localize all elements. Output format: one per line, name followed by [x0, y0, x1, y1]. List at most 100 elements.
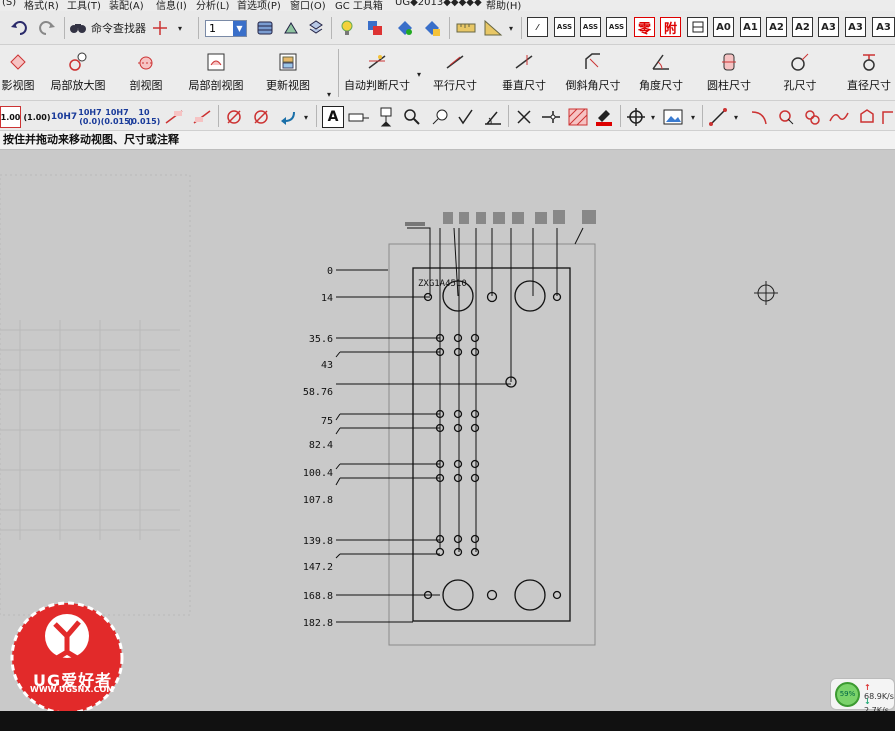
weld-symbol-icon[interactable] [481, 106, 505, 128]
cylindrical-dimension-label: 圆柱尺寸 [707, 79, 751, 92]
polygon-icon[interactable] [855, 106, 879, 128]
centerline-icon[interactable] [539, 106, 563, 128]
diameter-dimension-button[interactable]: 直径尺寸 [846, 49, 892, 99]
copy-to-layer-icon[interactable] [305, 17, 327, 39]
feature-control-frame-icon[interactable] [347, 106, 371, 128]
work-layer-select[interactable]: 1 ▼ [205, 20, 247, 37]
menu-item-preferences[interactable]: 首选项(P) [237, 0, 281, 11]
fit-tolerance-button[interactable]: 10H7 [51, 106, 77, 128]
crosshair-snap-icon[interactable] [150, 17, 170, 39]
command-finder-button[interactable]: 命令查找器 [91, 17, 146, 39]
show-hide-icon[interactable] [364, 17, 386, 39]
menu-item-tools[interactable]: 工具(T) [67, 0, 101, 11]
view-boundary[interactable] [388, 243, 596, 646]
assembly-symbol-button[interactable]: ASS [554, 17, 575, 37]
surface-finish-icon[interactable] [454, 106, 478, 128]
drawing-format-icon[interactable]: ⁄ [527, 17, 548, 37]
chevron-down-icon[interactable]: ▾ [506, 17, 516, 39]
leader-text-icon[interactable] [190, 106, 214, 128]
chevron-down-icon[interactable]: ▾ [173, 17, 187, 39]
hole-dimension-icon [791, 53, 809, 71]
sheet-a3-landscape-button[interactable]: A3 [872, 17, 895, 37]
chevron-down-icon[interactable]: ▾ [301, 106, 311, 128]
diameter-symbol-icon[interactable] [222, 106, 246, 128]
sheet-a2-alt-button[interactable]: A2 [792, 17, 813, 37]
drawing-canvas[interactable]: ZXG1A4510 0 14 35.6 43 58.76 75 82.4 100… [0, 151, 895, 715]
note-text-icon[interactable]: A [322, 106, 344, 128]
move-to-layer-icon[interactable] [280, 17, 302, 39]
plate-outline[interactable] [412, 267, 571, 622]
fillet-icon[interactable] [800, 106, 824, 128]
measure-angle-icon[interactable] [481, 17, 505, 39]
horizontal-dimension-button[interactable]: 平行尺寸 [430, 49, 480, 99]
binoculars-icon[interactable] [68, 17, 88, 39]
arrow-return-icon[interactable] [276, 106, 300, 128]
circle-icon[interactable] [774, 106, 798, 128]
area-fill-icon[interactable] [592, 106, 616, 128]
break-out-section-button[interactable]: 局部剖视图 [185, 49, 247, 99]
nominal-tolerance-button[interactable]: 1.00 [0, 106, 21, 128]
network-speed-widget[interactable]: 59% ↑ 68.9K/s ↓ 2.7K/s [830, 678, 895, 715]
hole-dimension-button[interactable]: 孔尺寸 [778, 49, 822, 99]
target-point-icon[interactable] [624, 106, 648, 128]
sheet-a1-button[interactable]: A1 [740, 17, 761, 37]
vertical-dimension-button[interactable]: 垂直尺寸 [499, 49, 549, 99]
menu-item-format[interactable]: 格式(R) [24, 0, 59, 11]
menu-item-gc-toolbox[interactable]: GC 工具箱 [335, 0, 383, 11]
spline-icon[interactable] [827, 106, 851, 128]
ruler-icon[interactable] [454, 17, 478, 39]
inferred-dimension-button[interactable]: 自动判断尺寸 [343, 49, 411, 99]
sheet-a3-alt-button[interactable]: A3 [845, 17, 866, 37]
cylindrical-dimension-button[interactable]: 圆柱尺寸 [702, 49, 756, 99]
assembly-symbol-button[interactable]: ASS [606, 17, 627, 37]
part-stamp-button[interactable]: 零 [634, 17, 655, 37]
balloon-icon[interactable] [428, 106, 452, 128]
reference-tolerance-button[interactable]: (1.00) [23, 106, 50, 128]
holes[interactable] [423, 280, 562, 611]
angular-dimension-button[interactable]: 角度尺寸 [636, 49, 686, 99]
menu-item-info[interactable]: 信息(I) [156, 0, 187, 11]
lightbulb-icon[interactable] [336, 17, 358, 39]
magnifier-icon[interactable] [400, 106, 424, 128]
sheet-a0-button[interactable]: A0 [713, 17, 734, 37]
section-view-button[interactable]: 剖视图 [124, 49, 168, 99]
detail-view-button[interactable]: 局部放大图 [48, 49, 108, 99]
hide-icon[interactable] [421, 17, 443, 39]
fit-limit-tolerance-alt-button[interactable]: 10H7 (0.015) [101, 106, 134, 128]
show-all-icon[interactable] [394, 17, 416, 39]
point-text-icon[interactable] [162, 106, 186, 128]
projected-view-button[interactable]: 影视图 [0, 49, 40, 99]
crosshatch-icon[interactable] [566, 106, 590, 128]
chevron-down-icon[interactable]: ▾ [688, 106, 698, 128]
chevron-down-icon[interactable]: ▾ [414, 63, 424, 85]
frame-icon[interactable] [687, 17, 708, 37]
menu-item-ug2013[interactable]: UG◆2013◆◆◆◆◆ [395, 0, 482, 8]
sheet-a2-button[interactable]: A2 [766, 17, 787, 37]
image-icon[interactable] [660, 106, 686, 128]
update-view-button[interactable]: 更新视图 [262, 49, 314, 99]
datum-feature-icon[interactable] [374, 106, 398, 128]
chevron-down-icon[interactable]: ▾ [648, 106, 658, 128]
annotation-toolbar: 1.00 (1.00) 10H7 10H7 (0.0) 10H7 (0.015)… [0, 101, 895, 131]
menu-item-analysis[interactable]: 分析(L) [196, 0, 229, 11]
menu-item-help[interactable]: 帮助(H) [486, 0, 521, 11]
sketch-more-icon[interactable] [880, 106, 895, 128]
menu-item[interactable]: (S) [2, 0, 16, 8]
menu-item-assembly[interactable]: 装配(A) [109, 0, 144, 11]
undo-icon[interactable] [8, 17, 30, 39]
layer-settings-icon[interactable] [254, 17, 276, 39]
sheet-a3-button[interactable]: A3 [818, 17, 839, 37]
cross-icon[interactable] [512, 106, 536, 128]
assembly-symbol-button[interactable]: ASS [580, 17, 601, 37]
menu-item-window[interactable]: 窗口(O) [290, 0, 326, 11]
arc-icon[interactable] [747, 106, 771, 128]
line-icon[interactable] [706, 106, 730, 128]
chamfer-dimension-button[interactable]: 倒斜角尺寸 [564, 49, 622, 99]
attach-stamp-button[interactable]: 附 [660, 17, 681, 37]
chevron-down-icon[interactable]: ▾ [731, 106, 741, 128]
diameter-symbol-alt-icon[interactable] [249, 106, 273, 128]
limit-tolerance-button[interactable]: 10 (0.015) [128, 106, 161, 128]
ordinate-label: 100.4 [303, 468, 333, 479]
redo-icon[interactable] [36, 17, 58, 39]
fit-limit-tolerance-button[interactable]: 10H7 (0.0) [78, 106, 102, 128]
